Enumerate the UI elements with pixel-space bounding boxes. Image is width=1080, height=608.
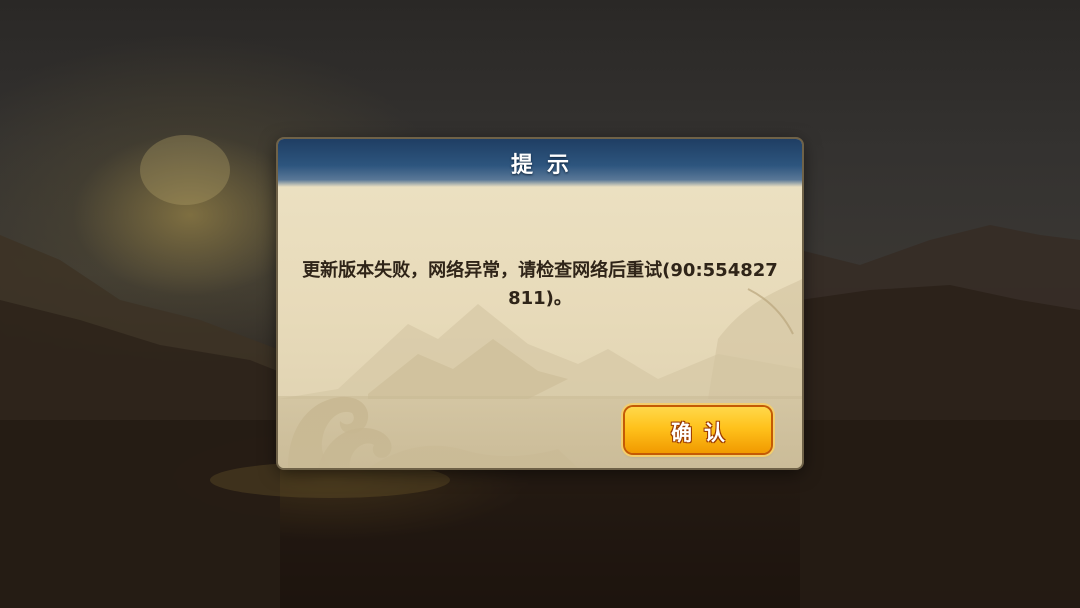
dialog-message: 更新版本失败，网络异常，请检查网络后重试(90:554827811)。 — [302, 260, 778, 309]
notice-dialog: 提示 更新版本失败，网络异常，请检查网络后重试(90:554827811)。 确… — [278, 139, 802, 468]
dialog-title: 提示 — [510, 153, 583, 178]
confirm-button[interactable]: 确认 — [625, 407, 771, 453]
confirm-button-label: 确认 — [671, 421, 737, 445]
game-scene: 提示 更新版本失败，网络异常，请检查网络后重试(90:554827811)。 确… — [0, 0, 1080, 608]
